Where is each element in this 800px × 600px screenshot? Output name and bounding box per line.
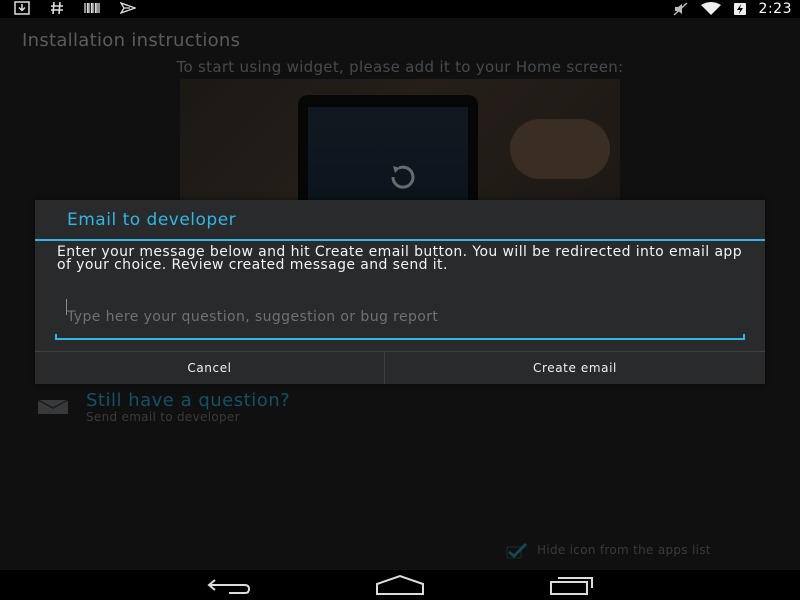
barcode-icon	[84, 2, 100, 14]
status-bar: 2:23	[0, 0, 800, 18]
hash-icon	[50, 1, 64, 15]
message-input[interactable]	[55, 296, 745, 338]
title-divider	[35, 239, 765, 241]
send-icon	[120, 1, 136, 15]
navigation-bar	[0, 570, 800, 600]
email-dialog: Email to developer Enter your message be…	[35, 200, 765, 384]
download-icon	[14, 1, 30, 15]
input-underline-right	[743, 334, 745, 340]
battery-charging-icon	[733, 2, 747, 16]
mute-icon	[673, 2, 689, 16]
wifi-icon	[700, 2, 721, 16]
clock: 2:23	[758, 1, 792, 17]
dialog-title: Email to developer	[67, 210, 237, 230]
home-icon[interactable]	[374, 574, 426, 599]
dialog-message: Enter your message below and hit Create …	[57, 244, 742, 273]
text-cursor	[66, 299, 67, 315]
input-underline	[55, 338, 745, 340]
recent-apps-icon[interactable]	[548, 574, 596, 599]
back-icon[interactable]	[205, 574, 253, 599]
create-email-button[interactable]: Create email	[385, 352, 765, 384]
cancel-button[interactable]: Cancel	[35, 352, 384, 384]
